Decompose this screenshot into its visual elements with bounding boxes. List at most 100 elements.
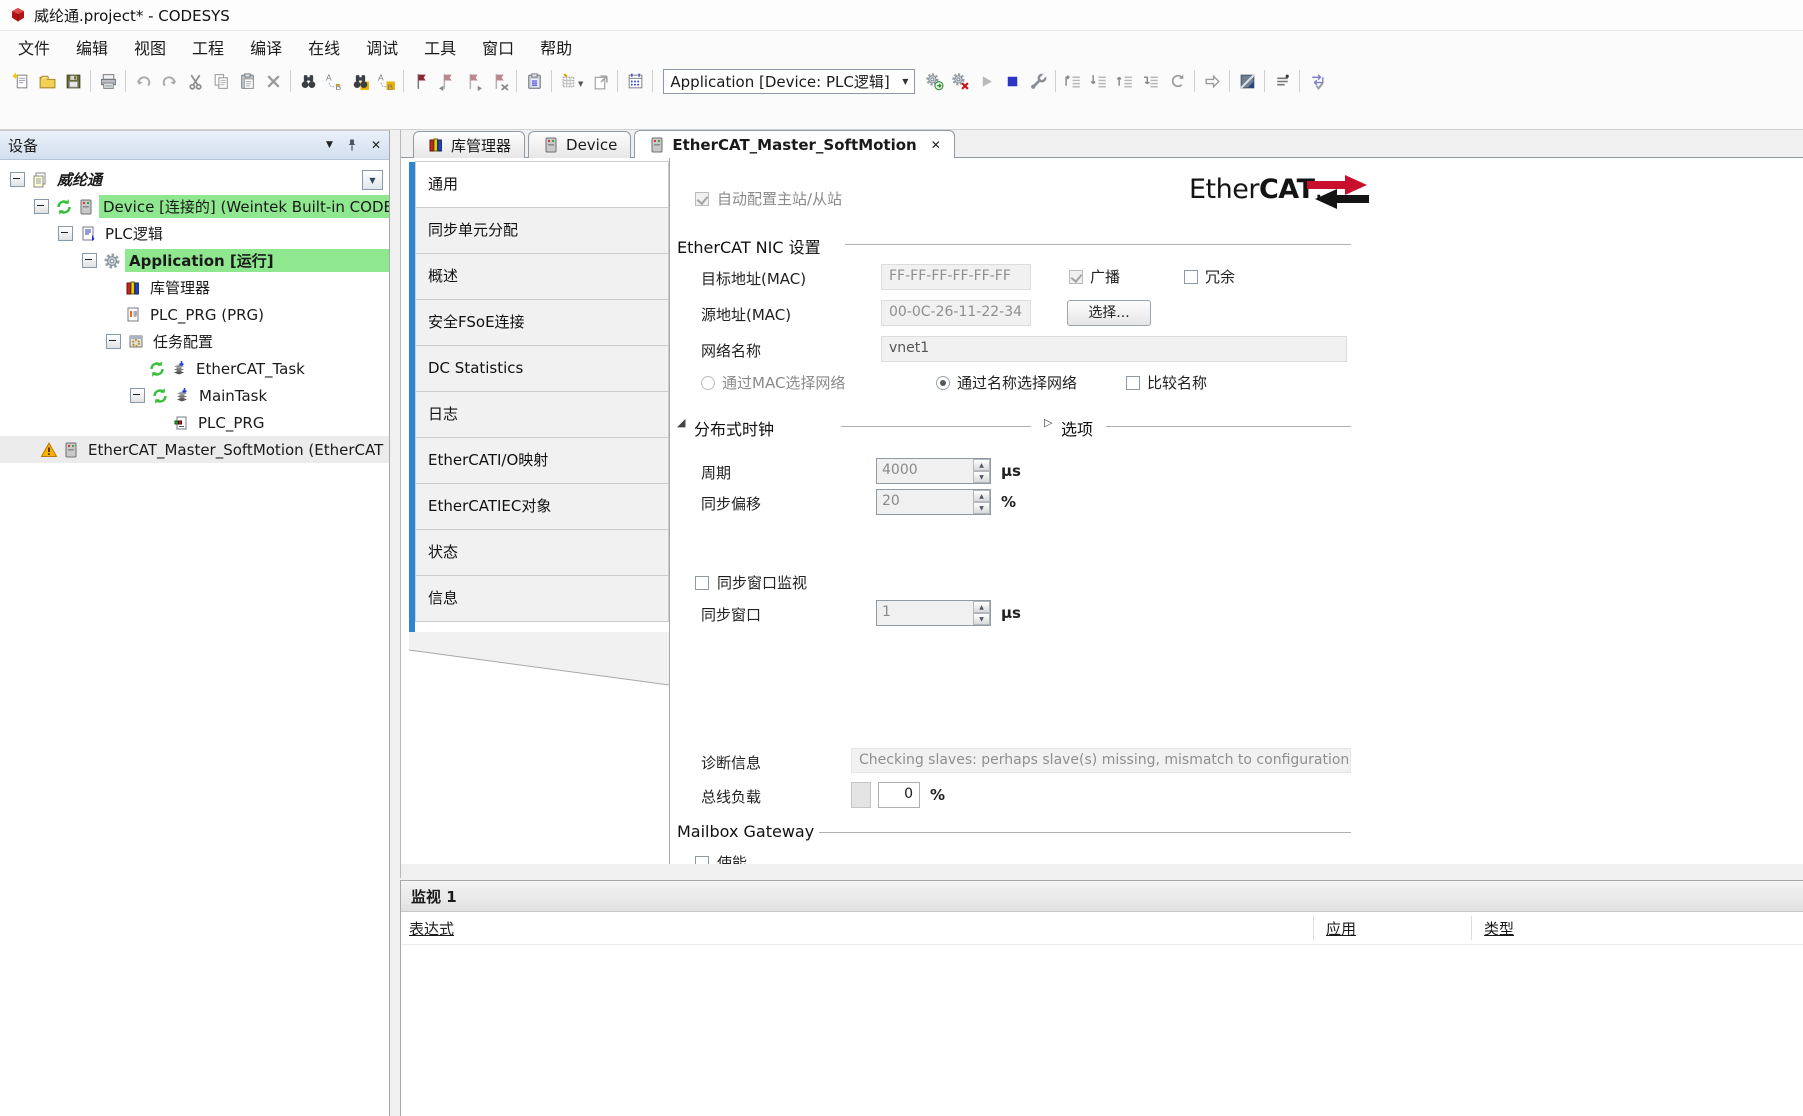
clear-bookmarks-icon[interactable] xyxy=(486,68,512,94)
src-mac-field[interactable]: 00-0C-26-11-22-34 xyxy=(881,300,1031,326)
options-expander-icon[interactable]: ▷ xyxy=(1044,416,1052,429)
select-by-mac-radio[interactable] xyxy=(701,376,715,390)
print-icon[interactable] xyxy=(95,68,121,94)
spin-up-icon[interactable]: ▲ xyxy=(973,601,990,613)
undo-icon[interactable] xyxy=(130,68,156,94)
replace-icon[interactable] xyxy=(321,68,347,94)
expander-icon[interactable] xyxy=(10,172,25,187)
device-repository-icon[interactable] xyxy=(622,68,648,94)
tree-dropdown-button[interactable]: ▼ xyxy=(362,170,383,190)
nav-general[interactable]: 通用 xyxy=(415,161,669,208)
dc-expander-icon[interactable]: ◢ xyxy=(677,416,685,429)
menu-edit[interactable]: 编辑 xyxy=(76,35,108,59)
combo-caret-icon[interactable]: ▼ xyxy=(902,77,908,86)
sync-window-spinner[interactable]: 1 ▲▼ xyxy=(876,600,991,626)
bookmark-icon[interactable] xyxy=(408,68,434,94)
find-in-project-icon[interactable] xyxy=(347,68,373,94)
insert-table-caret-icon[interactable]: ▼ xyxy=(578,80,583,88)
compare-names-checkbox[interactable] xyxy=(1126,376,1140,390)
save-icon[interactable] xyxy=(60,68,86,94)
spin-up-icon[interactable]: ▲ xyxy=(973,490,990,502)
properties-icon[interactable] xyxy=(521,68,547,94)
nav-safety-fsoe[interactable]: 安全FSoE连接 xyxy=(415,299,669,346)
sync-window-monitor-checkbox[interactable] xyxy=(695,576,709,590)
active-application-combo[interactable]: Application [Device: PLC逻辑] ▼ xyxy=(663,69,915,94)
tree-item-ethercat-task[interactable]: EtherCAT_Task xyxy=(0,355,389,382)
next-bookmark-icon[interactable] xyxy=(460,68,486,94)
delete-icon[interactable] xyxy=(260,68,286,94)
tree-item-maintask[interactable]: MainTask xyxy=(0,382,389,409)
tab-close-icon[interactable]: ✕ xyxy=(931,138,941,152)
sync-check-icon[interactable] xyxy=(1304,68,1330,94)
menu-view[interactable]: 视图 xyxy=(134,35,166,59)
panel-dropdown-icon[interactable]: ▼ xyxy=(326,140,333,150)
nav-information[interactable]: 信息 xyxy=(415,575,669,622)
select-by-name-radio[interactable] xyxy=(936,376,950,390)
menu-project[interactable]: 工程 xyxy=(192,35,224,59)
run-to-cursor-icon[interactable] xyxy=(1138,68,1164,94)
breakpoints-icon[interactable] xyxy=(1025,68,1051,94)
tab-ethercat-master[interactable]: EtherCAT_Master_SoftMotion ✕ xyxy=(634,130,954,158)
copy-icon[interactable] xyxy=(208,68,234,94)
menu-help[interactable]: 帮助 xyxy=(540,35,572,59)
start-icon[interactable] xyxy=(973,68,999,94)
spin-down-icon[interactable]: ▼ xyxy=(973,502,990,514)
show-next-statement-icon[interactable] xyxy=(1199,68,1225,94)
tree-item-device[interactable]: Device [连接的] (Weintek Built-in CODESYS) xyxy=(0,193,389,220)
tree-item-project[interactable]: 威纶通 ▼ xyxy=(0,166,389,193)
cycle-spinner[interactable]: 4000 ▲▼ xyxy=(876,458,991,484)
tree-item-library-manager[interactable]: 库管理器 xyxy=(0,274,389,301)
cut-icon[interactable] xyxy=(182,68,208,94)
nav-sync-unit-assignment[interactable]: 同步单元分配 xyxy=(415,207,669,254)
nav-status[interactable]: 状态 xyxy=(415,529,669,576)
autoconfig-checkbox[interactable] xyxy=(695,192,709,206)
menu-window[interactable]: 窗口 xyxy=(482,35,514,59)
column-type[interactable]: 类型 xyxy=(1484,918,1514,939)
logout-icon[interactable] xyxy=(947,68,973,94)
new-object-icon[interactable] xyxy=(587,68,613,94)
tree-item-application[interactable]: Application [运行] xyxy=(0,247,389,274)
login-icon[interactable] xyxy=(921,68,947,94)
dest-mac-field[interactable]: FF-FF-FF-FF-FF-FF xyxy=(881,264,1031,290)
nav-overview[interactable]: 概述 xyxy=(415,253,669,300)
nav-dc-statistics[interactable]: DC Statistics xyxy=(415,345,669,392)
expander-icon[interactable] xyxy=(58,226,73,241)
open-project-icon[interactable] xyxy=(34,68,60,94)
step-out-icon[interactable] xyxy=(1112,68,1138,94)
nav-ethercat-iec-objects[interactable]: EtherCATIEC对象 xyxy=(415,483,669,530)
tab-library-manager[interactable]: 库管理器 xyxy=(413,131,525,158)
offset-spinner[interactable]: 20 ▲▼ xyxy=(876,489,991,515)
expander-icon[interactable] xyxy=(34,199,49,214)
watch-panel-header[interactable]: 监视 1 xyxy=(401,881,1803,912)
flow-control-icon[interactable] xyxy=(1234,68,1260,94)
panel-close-icon[interactable]: ✕ xyxy=(371,138,381,152)
expander-icon[interactable] xyxy=(106,334,121,349)
mailbox-enable-checkbox[interactable] xyxy=(695,856,709,865)
select-button[interactable]: 选择... xyxy=(1067,300,1151,326)
column-expression[interactable]: 表达式 xyxy=(409,918,454,939)
step-over-icon[interactable] xyxy=(1060,68,1086,94)
paste-icon[interactable] xyxy=(234,68,260,94)
redo-icon[interactable] xyxy=(156,68,182,94)
nav-log[interactable]: 日志 xyxy=(415,391,669,438)
spin-down-icon[interactable]: ▼ xyxy=(973,613,990,625)
broadcast-checkbox[interactable] xyxy=(1069,270,1083,284)
expander-icon[interactable] xyxy=(82,253,97,268)
reset-icon[interactable] xyxy=(1164,68,1190,94)
simulation-icon[interactable] xyxy=(1269,68,1295,94)
menu-build[interactable]: 编译 xyxy=(250,35,282,59)
redundancy-checkbox[interactable] xyxy=(1184,270,1198,284)
tree-item-maintask-plc-prg[interactable]: PLC_PRG xyxy=(0,409,389,436)
tree-item-ethercat-master[interactable]: EtherCAT_Master_SoftMotion (EtherCAT xyxy=(0,436,389,463)
column-application[interactable]: 应用 xyxy=(1326,918,1356,939)
find-icon[interactable] xyxy=(295,68,321,94)
tree-item-plc-prg[interactable]: PLC_PRG (PRG) xyxy=(0,301,389,328)
step-into-icon[interactable] xyxy=(1086,68,1112,94)
watch-body[interactable] xyxy=(401,945,1803,1115)
new-file-icon[interactable] xyxy=(8,68,34,94)
spin-up-icon[interactable]: ▲ xyxy=(973,459,990,471)
menu-tools[interactable]: 工具 xyxy=(424,35,456,59)
menu-debug[interactable]: 调试 xyxy=(366,35,398,59)
pin-icon[interactable] xyxy=(345,138,359,152)
tree-item-plc-logic[interactable]: PLC逻辑 xyxy=(0,220,389,247)
